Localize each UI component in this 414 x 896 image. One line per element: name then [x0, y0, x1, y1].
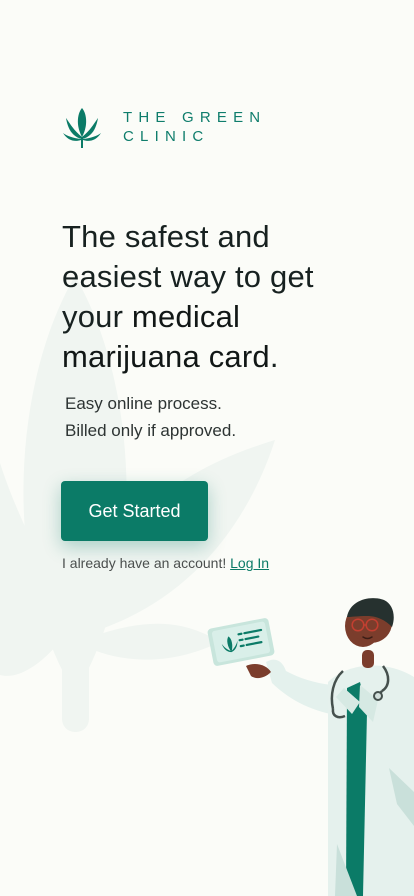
brand-name-line-1: THE GREEN	[123, 109, 267, 126]
headline-line-3-prefix: your	[62, 299, 132, 334]
headline-line-1: The safest and	[62, 219, 270, 254]
get-started-button[interactable]: Get Started	[61, 481, 208, 541]
brand-name: THE GREEN CLINIC	[123, 108, 266, 146]
brand-name-line-2: CLINIC	[123, 128, 210, 145]
account-prompt-text: I already have an account!	[62, 555, 227, 571]
headline-line-3-bold: medical	[131, 299, 241, 334]
headline-line-2: easiest way to get	[62, 259, 314, 294]
account-login-prompt: I already have an account! Log In	[62, 555, 269, 571]
doctor-holding-card-illustration	[207, 598, 414, 896]
brand-logo[interactable]: THE GREEN CLINIC	[63, 106, 266, 148]
cannabis-leaf-icon	[63, 108, 101, 148]
headline-line-4-suffix: .	[269, 339, 279, 374]
headline-line-4-bold: marijuana card	[62, 339, 270, 374]
subcopy-line-1: Easy online process.	[65, 394, 222, 413]
hero-headline: The safest and easiest way to get your m…	[62, 217, 362, 377]
log-in-link[interactable]: Log In	[230, 555, 269, 571]
subcopy-line-2: Billed only if approved.	[65, 421, 237, 440]
hero-subcopy: Easy online process. Billed only if appr…	[65, 390, 236, 444]
medical-card-illustration	[207, 618, 275, 666]
